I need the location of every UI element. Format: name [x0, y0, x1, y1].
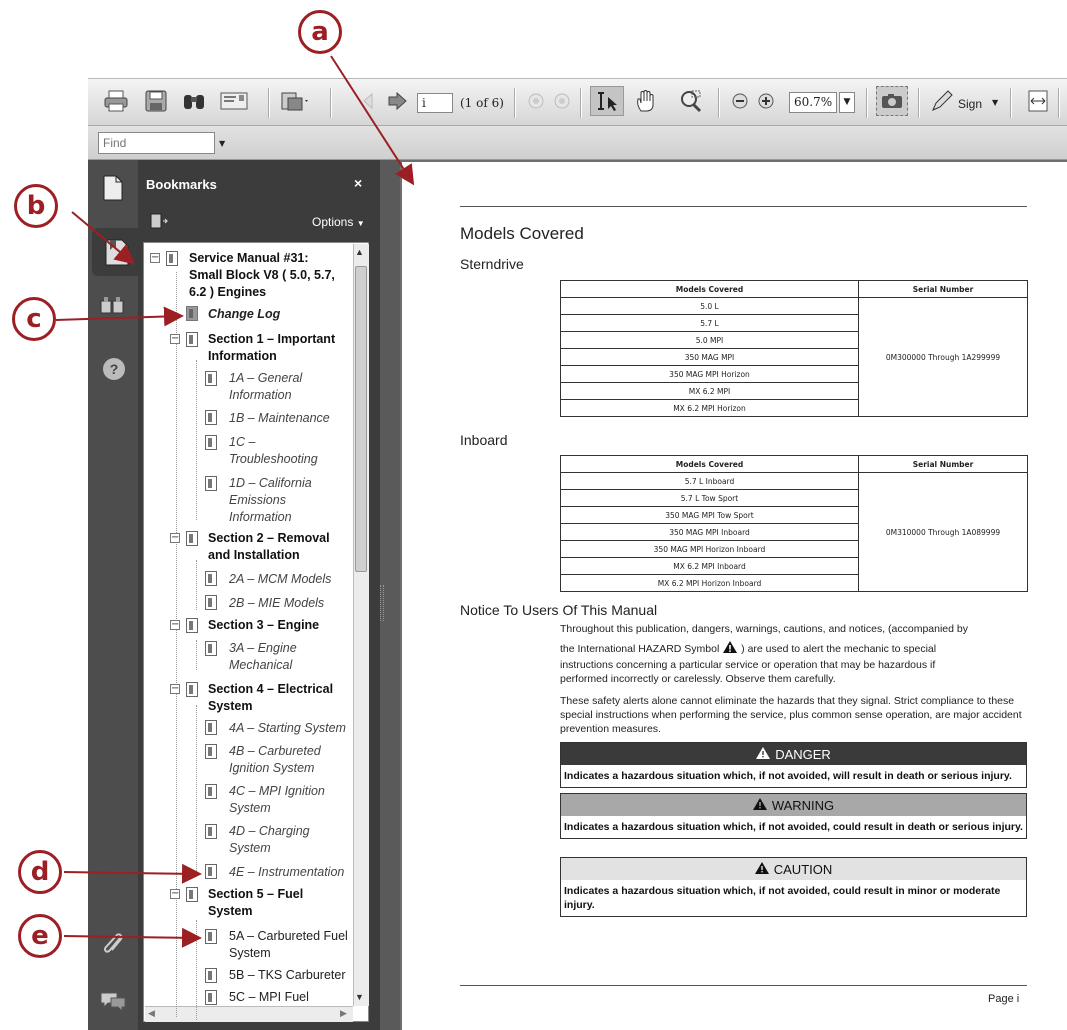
callout-c: c: [12, 297, 56, 341]
callout-arrow-e: [63, 927, 202, 948]
callout-b: b: [14, 184, 58, 228]
callout-d: d: [18, 850, 62, 894]
callout-arrow-b: [71, 211, 136, 265]
callout-arrow-a: [330, 55, 415, 186]
callout-arrow-c: [55, 306, 184, 327]
callout-arrows: [55, 55, 415, 948]
callout-e: e: [18, 914, 62, 958]
callout-arrow-d: [63, 863, 202, 884]
callout-a: a: [298, 10, 342, 54]
